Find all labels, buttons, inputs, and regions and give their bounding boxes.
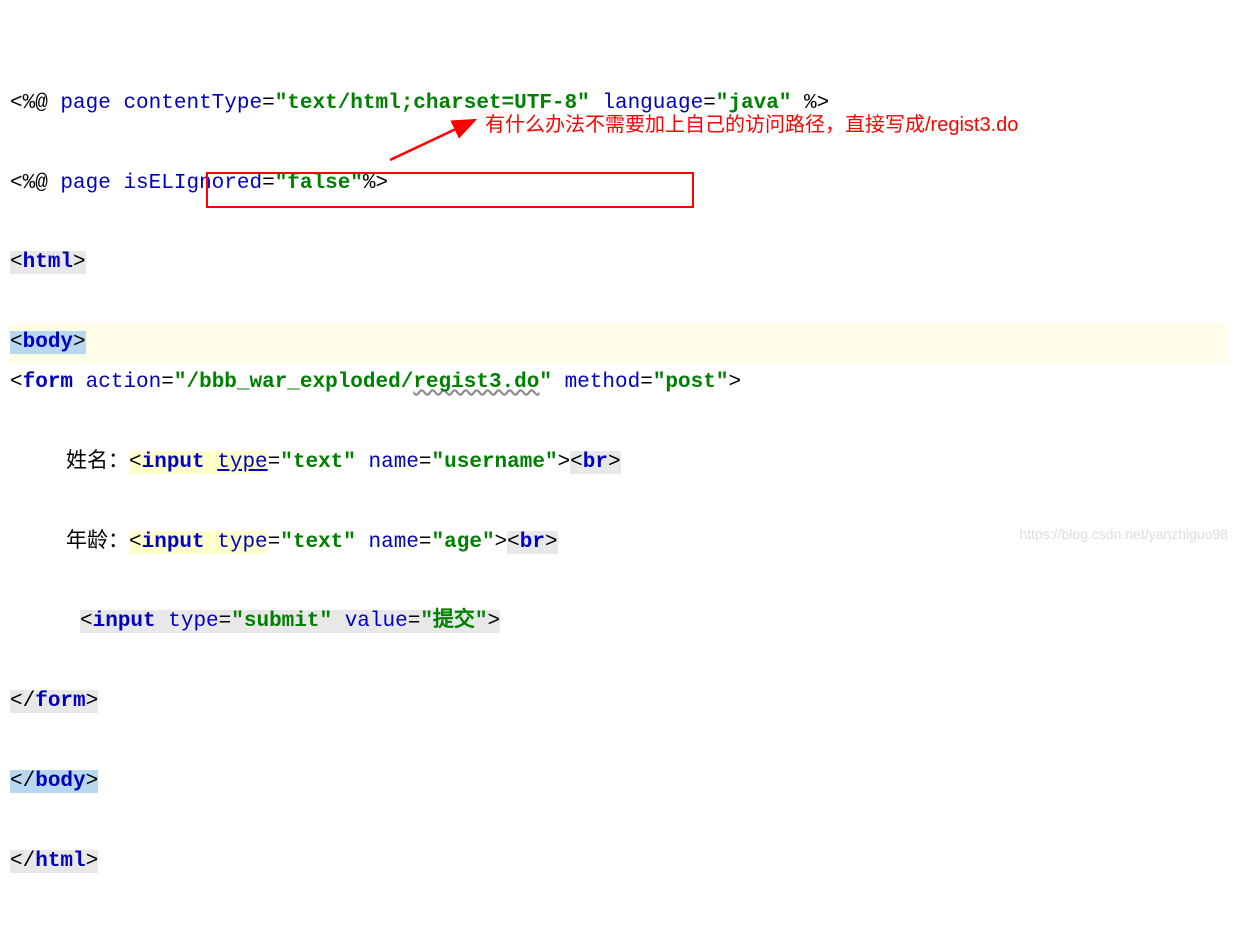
label-age: 年龄： (66, 531, 129, 554)
attr-name: name (369, 531, 419, 554)
val-type: "submit" (231, 610, 332, 633)
tag-close: > (86, 690, 99, 713)
val-name: "username" (432, 451, 558, 474)
code-line-5[interactable]: <form action="/bbb_war_exploded/regist3.… (10, 363, 1228, 403)
val-action-path: /bbb_war_exploded/ (186, 371, 413, 394)
attr-action: action (86, 371, 162, 394)
tag-open: < (129, 451, 142, 474)
val-method: "post" (653, 371, 729, 394)
tag-body-close: body (35, 770, 85, 793)
attr-iselignored: isELIgnored (123, 172, 262, 195)
jsp-open: <%@ (10, 92, 48, 115)
code-line-8[interactable]: <input type="submit" value="提交"> (10, 602, 1228, 642)
tag-open: < (10, 371, 23, 394)
watermark: https://blog.csdn.net/yanzhiguo98 (1019, 526, 1228, 542)
tag-br: br (583, 451, 608, 474)
code-line-4[interactable]: <body> (10, 323, 1228, 363)
tag-close: > (608, 451, 621, 474)
val-submit: "提交" (420, 610, 487, 633)
annotation-text: 有什么办法不需要加上自己的访问路径，直接写成/regist3.do (485, 108, 1018, 137)
tag-close: > (73, 251, 86, 274)
tag-open: < (570, 451, 583, 474)
tag-close: > (495, 531, 508, 554)
tag-close: > (545, 531, 558, 554)
tag-input: input (93, 610, 156, 633)
val-type: "text" (280, 451, 356, 474)
jsp-close: %> (363, 172, 388, 195)
tag-close: > (86, 770, 99, 793)
tag-close: > (728, 371, 741, 394)
val-name: "age" (432, 531, 495, 554)
code-line-9[interactable]: </form> (10, 682, 1228, 722)
tag-open: </ (10, 850, 35, 873)
tag-input: input (142, 451, 205, 474)
tag-body: body (23, 331, 73, 354)
attr-contenttype: contentType (123, 92, 262, 115)
jsp-open: <%@ (10, 172, 48, 195)
val-action-file: regist3.do (413, 371, 539, 394)
tag-close: > (558, 451, 571, 474)
tag-close: > (73, 331, 86, 354)
page-keyword: page (60, 172, 110, 195)
tag-open: </ (10, 770, 35, 793)
label-name: 姓名： (66, 451, 129, 474)
val-quote: " (174, 371, 187, 394)
attr-type: type (217, 451, 267, 474)
attr-type: type (168, 610, 218, 633)
tag-close: > (488, 610, 501, 633)
tag-input: input (142, 531, 205, 554)
tag-open: < (10, 331, 23, 354)
code-line-6[interactable]: 姓名：<input type="text" name="username"><b… (10, 443, 1228, 483)
code-editor[interactable]: <%@ page contentType="text/html;charset=… (0, 0, 1238, 925)
tag-form: form (23, 371, 73, 394)
page-keyword: page (60, 92, 110, 115)
attr-type: type (217, 531, 267, 554)
tag-open: </ (10, 690, 35, 713)
attr-value-attr: value (345, 610, 408, 633)
tag-open: < (129, 531, 142, 554)
tag-html-close: html (35, 850, 85, 873)
val-iselignored: "false" (275, 172, 363, 195)
tag-html: html (23, 251, 73, 274)
tag-br: br (520, 531, 545, 554)
val-type: "text" (280, 531, 356, 554)
code-line-10[interactable]: </body> (10, 762, 1228, 802)
tag-close: > (86, 850, 99, 873)
tag-form-close: form (35, 690, 85, 713)
tag-open: < (80, 610, 93, 633)
attr-method: method (565, 371, 641, 394)
code-line-3[interactable]: <html> (10, 243, 1228, 283)
val-quote: " (539, 371, 552, 394)
attr-name: name (369, 451, 419, 474)
code-line-11[interactable]: </html> (10, 842, 1228, 882)
code-line-2[interactable]: <%@ page isELIgnored="false"%> (10, 164, 1228, 204)
tag-open: < (507, 531, 520, 554)
tag-open: < (10, 251, 23, 274)
